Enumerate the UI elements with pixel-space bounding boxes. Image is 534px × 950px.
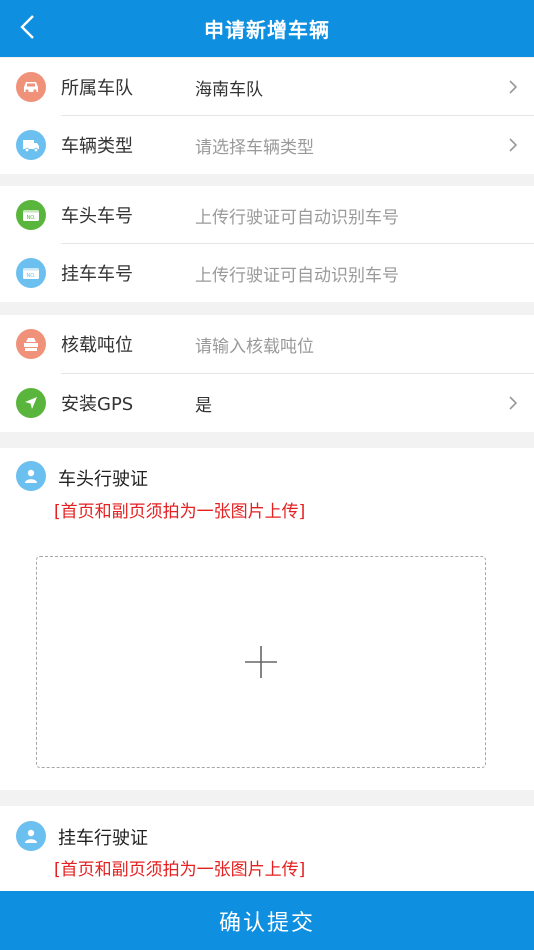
chevron-right-icon	[509, 138, 518, 152]
head-license-note: [首页和副页须拍为一张图片上传]	[54, 502, 306, 522]
trailer-plate-placeholder: 上传行驶证可自动识别车号	[195, 265, 399, 286]
car-icon	[16, 72, 46, 102]
id-card-icon	[16, 461, 46, 491]
gps-value: 是	[195, 395, 212, 416]
tonnage-row[interactable]: 核载吨位 请输入核载吨位	[0, 315, 534, 373]
plus-icon	[245, 646, 277, 678]
back-button[interactable]	[10, 10, 44, 44]
section-tonnage-gps: 核载吨位 请输入核载吨位 安装GPS 是	[0, 315, 534, 432]
weight-icon	[16, 329, 46, 359]
gps-row[interactable]: 安装GPS 是	[0, 374, 534, 432]
fleet-row[interactable]: 所属车队 海南车队	[0, 58, 534, 116]
vehicle-type-label: 车辆类型	[61, 136, 133, 157]
chevron-right-icon	[509, 396, 518, 410]
location-arrow-icon	[16, 388, 46, 418]
fleet-label: 所属车队	[61, 78, 133, 99]
page-title: 申请新增车辆	[204, 18, 330, 42]
head-license-label: 车头行驶证	[58, 469, 148, 490]
svg-text:NO.: NO.	[26, 273, 35, 279]
truck-icon	[16, 130, 46, 160]
app-header: 申请新增车辆	[0, 0, 534, 57]
plate-icon: NO.	[16, 258, 46, 288]
trailer-license-note: [首页和副页须拍为一张图片上传]	[54, 860, 306, 880]
submit-button[interactable]: 确认提交	[0, 891, 534, 950]
vehicle-type-row[interactable]: 车辆类型 请选择车辆类型	[0, 116, 534, 174]
trailer-plate-row[interactable]: NO. 挂车车号 上传行驶证可自动识别车号	[0, 244, 534, 302]
svg-text:NO.: NO.	[26, 215, 35, 221]
plate-icon: NO.	[16, 200, 46, 230]
gps-label: 安装GPS	[61, 394, 134, 415]
head-license-upload-box[interactable]	[36, 556, 486, 768]
trailer-plate-label: 挂车车号	[61, 264, 133, 285]
section-fleet-type: 所属车队 海南车队 车辆类型 请选择车辆类型	[0, 58, 534, 174]
id-card-icon	[16, 821, 46, 851]
vehicle-type-placeholder: 请选择车辆类型	[195, 137, 314, 158]
tonnage-placeholder: 请输入核载吨位	[195, 336, 314, 357]
section-trailer-license	[0, 806, 534, 896]
trailer-license-label: 挂车行驶证	[58, 828, 148, 849]
fleet-value: 海南车队	[195, 79, 263, 100]
head-plate-row[interactable]: NO. 车头车号 上传行驶证可自动识别车号	[0, 186, 534, 244]
tonnage-label: 核载吨位	[61, 335, 133, 356]
head-plate-label: 车头车号	[61, 206, 133, 227]
section-plates: NO. 车头车号 上传行驶证可自动识别车号 NO. 挂车车号 上传行驶证可自动识…	[0, 186, 534, 302]
chevron-left-icon	[20, 15, 34, 39]
chevron-right-icon	[509, 80, 518, 94]
head-plate-placeholder: 上传行驶证可自动识别车号	[195, 207, 399, 228]
